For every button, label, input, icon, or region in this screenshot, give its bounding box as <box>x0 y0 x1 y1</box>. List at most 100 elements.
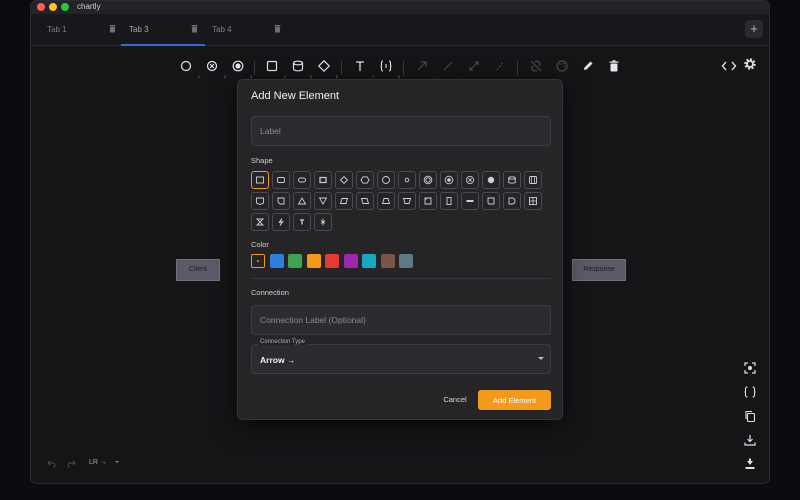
direction-select[interactable]: LR → <box>89 459 107 466</box>
add-element-button[interactable]: Add Element <box>478 390 551 410</box>
color-swatch-brown[interactable] <box>381 254 395 268</box>
toolbar-divider <box>517 61 518 75</box>
trash-icon[interactable] <box>274 24 281 33</box>
shape-inverted-triangle-button[interactable] <box>314 192 332 210</box>
shape-framed-circle-button[interactable] <box>440 171 458 189</box>
shape-text-block-button[interactable] <box>293 213 311 231</box>
copy-icon[interactable] <box>743 409 757 423</box>
minimize-window-button[interactable] <box>49 3 57 11</box>
redo-icon[interactable] <box>67 459 76 468</box>
shape-rectangle-button[interactable] <box>251 171 269 189</box>
undo-icon[interactable] <box>47 459 56 468</box>
shape-fork-join-button[interactable] <box>314 213 332 231</box>
connection-type-value: Arrow → <box>260 355 296 365</box>
palette-tool-icon[interactable] <box>555 59 571 75</box>
shape-database-button[interactable] <box>503 171 521 189</box>
shape-hourglass-button[interactable] <box>251 213 269 231</box>
double-circle-tool-icon[interactable]: 3 <box>231 59 252 79</box>
expand-tool-icon[interactable] <box>467 59 483 75</box>
gear-icon[interactable] <box>743 57 759 73</box>
color-swatch-slate[interactable] <box>399 254 413 268</box>
slash-tool-icon[interactable] <box>493 59 509 75</box>
shape-internal-storage-button[interactable] <box>524 171 542 189</box>
connection-type-select[interactable]: Connection Type Arrow → <box>251 339 551 374</box>
shape-document-button[interactable] <box>251 192 269 210</box>
trash-icon[interactable] <box>191 24 198 33</box>
shape-trapezoid-button[interactable] <box>377 192 395 210</box>
tab-label: Tab 3 <box>129 25 149 34</box>
screenshot-icon[interactable] <box>743 361 757 375</box>
color-swatch-cyan[interactable] <box>362 254 376 268</box>
color-swatch-orange-selected[interactable] <box>251 254 265 268</box>
shape-small-circle-button[interactable] <box>398 171 416 189</box>
trash-tool-icon[interactable] <box>607 59 623 75</box>
shape-stadium-button[interactable] <box>293 171 311 189</box>
shape-triangle-button[interactable] <box>293 192 311 210</box>
tab-label: Tab 1 <box>47 25 67 34</box>
shape-rounded-rect-button[interactable] <box>272 171 290 189</box>
color-swatch-orange[interactable] <box>307 254 321 268</box>
braces-tool-icon[interactable]: 8 <box>379 59 400 79</box>
shape-parallelogram-button[interactable] <box>335 192 353 210</box>
zoom-window-button[interactable] <box>61 3 69 11</box>
shape-hexagon-button[interactable] <box>356 171 374 189</box>
shortcut-label: 2 <box>223 74 226 79</box>
toolbar-divider <box>403 61 404 75</box>
shape-delay-button[interactable] <box>503 192 521 210</box>
shape-tagged-doc-button[interactable] <box>272 192 290 210</box>
shape-cross-circle-button[interactable] <box>461 171 479 189</box>
cancel-button[interactable]: Cancel <box>439 391 471 407</box>
diagram-node-client[interactable]: Client <box>176 259 220 281</box>
connection-label-input[interactable] <box>252 306 550 334</box>
diamond-tool-icon[interactable]: 6 <box>317 59 338 79</box>
rectangle-tool-icon[interactable]: 4 <box>265 59 286 79</box>
label-input[interactable] <box>252 117 550 145</box>
tab-label: Tab 4 <box>212 25 232 34</box>
download-icon[interactable] <box>743 433 757 447</box>
shape-card-button[interactable] <box>419 192 437 210</box>
arrow-tool-icon[interactable]: 9 <box>415 59 436 79</box>
pencil-tool-icon[interactable] <box>581 59 597 75</box>
diagram-node-response[interactable]: Response <box>572 259 626 281</box>
shape-circle-button[interactable] <box>377 171 395 189</box>
add-element-dialog: Add New Element Shape <box>237 79 563 420</box>
line-tool-icon[interactable]: 0 <box>441 59 462 79</box>
shape-subroutine-button[interactable] <box>314 171 332 189</box>
add-tab-button[interactable]: + <box>745 20 763 38</box>
shape-lightning-button[interactable] <box>272 213 290 231</box>
tab-4[interactable]: Tab 4 <box>204 14 288 46</box>
json-braces-icon[interactable] <box>743 385 757 399</box>
color-section-label: Color <box>251 240 269 249</box>
label-field-box <box>251 116 551 146</box>
color-swatch-green[interactable] <box>288 254 302 268</box>
shape-parallelogram-alt-button[interactable] <box>356 192 374 210</box>
connection-type-legend: Connection Type <box>258 339 307 345</box>
shape-lined-rect-button[interactable] <box>440 192 458 210</box>
shape-trapezoid-alt-button[interactable] <box>398 192 416 210</box>
shape-diamond-button[interactable] <box>335 171 353 189</box>
toolbar-divider <box>254 61 255 75</box>
circle-tool-icon[interactable]: 1 <box>179 59 200 79</box>
unlink-tool-icon[interactable] <box>529 59 545 75</box>
cylinder-tool-icon[interactable]: 5 <box>291 59 312 79</box>
tab-3[interactable]: Tab 3 <box>121 14 205 46</box>
color-swatch-blue[interactable] <box>270 254 284 268</box>
close-window-button[interactable] <box>37 3 45 11</box>
tab-1[interactable]: Tab 1 <box>39 14 123 46</box>
dialog-title: Add New Element <box>251 90 340 102</box>
download-file-icon[interactable] <box>743 457 757 471</box>
text-tool-icon[interactable]: 7 <box>353 59 374 79</box>
dialog-divider <box>251 278 551 279</box>
color-swatch-red[interactable] <box>325 254 339 268</box>
trash-icon[interactable] <box>109 24 116 33</box>
shape-fork-bar-button[interactable] <box>461 192 479 210</box>
shape-grid-button[interactable] <box>524 192 542 210</box>
color-swatch-purple[interactable] <box>344 254 358 268</box>
shape-double-circle-button[interactable] <box>419 171 437 189</box>
shape-notched-rect-button[interactable] <box>482 192 500 210</box>
cross-circle-tool-icon[interactable]: 2 <box>205 59 226 79</box>
shortcut-label: 1 <box>197 74 200 79</box>
code-view-icon[interactable] <box>721 59 737 73</box>
shape-filled-circle-button[interactable] <box>482 171 500 189</box>
shape-section-label: Shape <box>251 156 273 165</box>
